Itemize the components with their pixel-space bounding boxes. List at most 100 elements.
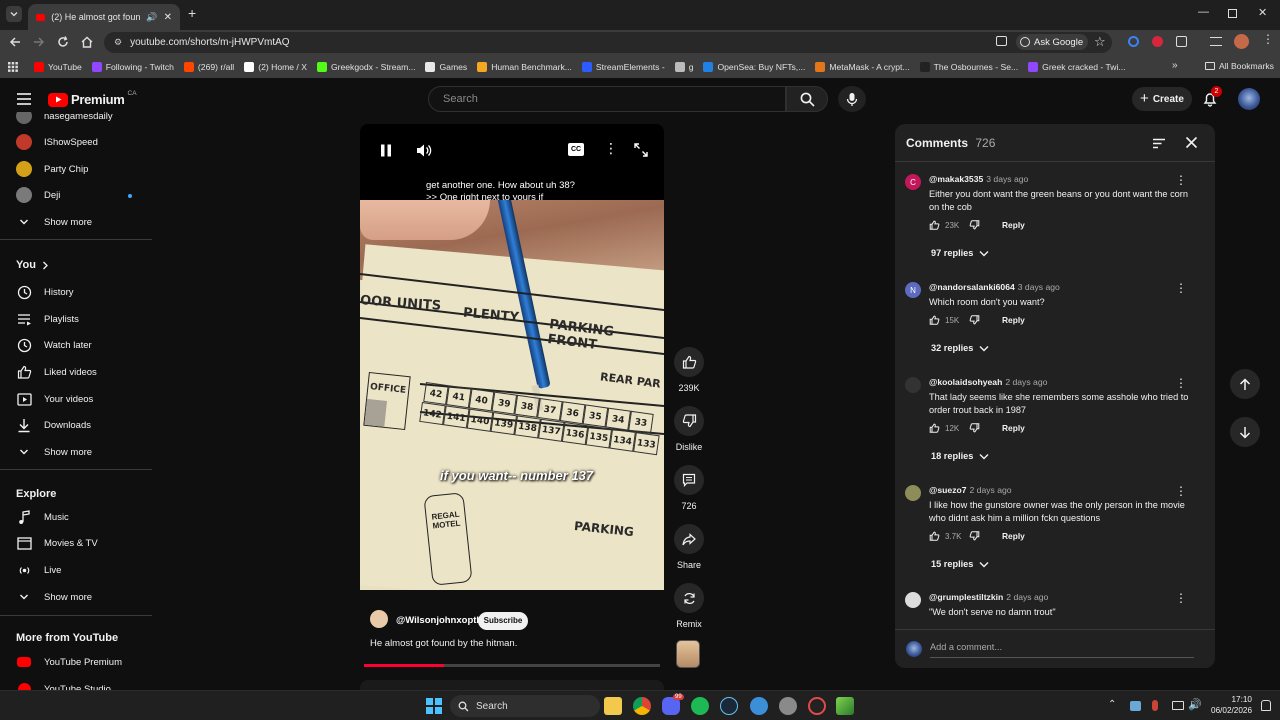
dislike-button[interactable]: Dislike <box>672 406 706 452</box>
sidebar-item-watch-later[interactable]: Watch later <box>16 337 92 353</box>
reload-icon[interactable] <box>56 35 70 49</box>
comment-author[interactable]: @suezo7 <box>929 485 967 495</box>
view-replies-button[interactable]: 15 replies <box>931 559 989 569</box>
extension-icon-1[interactable] <box>1128 36 1139 47</box>
comment-menu-icon[interactable]: ⋮ <box>1175 174 1187 186</box>
bookmark-item[interactable]: (269) r/all <box>183 62 234 72</box>
reply-button[interactable]: Reply <box>1002 315 1025 325</box>
close-window-button[interactable]: ✕ <box>1258 6 1267 19</box>
bookmark-item[interactable]: Games <box>425 62 467 72</box>
captions-button[interactable]: CC <box>568 143 584 156</box>
comment-menu-icon[interactable]: ⋮ <box>1175 592 1187 604</box>
view-replies-button[interactable]: 18 replies <box>931 451 989 461</box>
view-replies-button[interactable]: 32 replies <box>931 343 989 353</box>
site-info-icon[interactable]: ⚙ <box>114 37 122 48</box>
sidebar-subscription-partial[interactable]: nasegamesdaily <box>16 112 113 124</box>
extension-icon-2[interactable] <box>1152 36 1163 47</box>
install-app-icon[interactable] <box>996 36 1007 46</box>
view-replies-button[interactable]: 97 replies <box>931 248 989 258</box>
sidebar-subscription-party-chip[interactable]: Party Chip <box>16 161 88 177</box>
dislike-comment-icon[interactable] <box>969 423 980 433</box>
comment-author[interactable]: @makak3535 <box>929 174 983 184</box>
apps-grid-icon[interactable] <box>8 62 18 72</box>
all-bookmarks-button[interactable]: All Bookmarks <box>1205 61 1274 71</box>
voice-search-button[interactable] <box>838 86 866 112</box>
reply-button[interactable]: Reply <box>1002 220 1025 230</box>
chrome-icon[interactable] <box>633 697 651 715</box>
progress-track[interactable] <box>364 664 660 667</box>
sidebar-subscription-deji[interactable]: Deji <box>16 187 60 203</box>
like-comment-icon[interactable] <box>929 423 940 433</box>
sidebar-subscription-ishowspeed[interactable]: IShowSpeed <box>16 134 98 150</box>
shorts-video-player[interactable]: CC ⋮ get another one. How about uh 38? >… <box>360 124 664 590</box>
sound-thumbnail[interactable] <box>676 640 700 668</box>
tab-search-button[interactable] <box>6 6 22 22</box>
comment-avatar[interactable] <box>905 485 921 501</box>
new-tab-button[interactable]: + <box>188 6 196 20</box>
bookmark-item[interactable]: Following - Twitch <box>91 62 174 72</box>
account-avatar[interactable] <box>1238 88 1260 110</box>
bookmark-item[interactable]: The Osbournes - Se... <box>919 62 1018 72</box>
extensions-puzzle-icon[interactable] <box>1176 36 1187 47</box>
home-icon[interactable] <box>80 35 94 49</box>
youtube-logo[interactable]: Premium CA <box>48 90 137 107</box>
hamburger-menu-icon[interactable] <box>16 92 32 106</box>
tab-close-icon[interactable]: ✕ <box>164 12 172 23</box>
dislike-comment-icon[interactable] <box>969 220 980 230</box>
comment-author[interactable]: @nandorsalanki6064 <box>929 282 1015 292</box>
app-icon-c[interactable] <box>750 697 768 715</box>
dislike-comment-icon[interactable] <box>969 315 980 325</box>
comments-button[interactable]: 726 <box>674 465 704 511</box>
like-button[interactable]: 239K <box>674 347 704 393</box>
bookmark-item[interactable]: StreamElements - <box>581 62 665 72</box>
windows-start-icon[interactable] <box>426 698 442 714</box>
bookmark-item[interactable]: YouTube <box>34 62 82 72</box>
browser-tab[interactable]: (2) He almost got found by 🔊 ✕ <box>28 4 180 30</box>
comment-avatar[interactable]: N <box>905 282 921 298</box>
sidebar-item-live[interactable]: Live <box>16 562 61 578</box>
volume-icon[interactable]: 🔊 <box>1188 698 1202 711</box>
reading-list-icon[interactable] <box>1210 37 1222 46</box>
sidebar-show-more-you[interactable]: Show more <box>16 444 92 460</box>
dislike-comment-icon[interactable] <box>969 531 980 541</box>
close-comments-button[interactable] <box>1185 136 1198 149</box>
bookmark-item[interactable]: (2) Home / X <box>244 62 307 72</box>
bookmark-item[interactable]: Human Benchmark... <box>477 62 572 72</box>
bookmark-item[interactable]: g <box>674 62 693 72</box>
sidebar-item-your-videos[interactable]: Your videos <box>16 391 93 407</box>
settings-gear-icon[interactable] <box>779 697 797 715</box>
sidebar-you-heading[interactable]: You <box>16 259 49 271</box>
bookmark-item[interactable]: OpenSea: Buy NFTs,... <box>703 62 805 72</box>
more-options-icon[interactable]: ⋮ <box>604 141 618 155</box>
notifications-button[interactable]: 2 <box>1202 86 1222 107</box>
restore-button[interactable] <box>1228 9 1237 18</box>
comment-menu-icon[interactable]: ⋮ <box>1175 282 1187 294</box>
sidebar-show-more-subscriptions[interactable]: Show more <box>16 214 92 230</box>
previous-video-button[interactable] <box>1230 369 1260 399</box>
file-explorer-icon[interactable] <box>604 697 622 715</box>
profile-avatar[interactable] <box>1234 34 1249 49</box>
fullscreen-button[interactable] <box>634 143 648 157</box>
sidebar-item-liked-videos[interactable]: Liked videos <box>16 364 97 380</box>
like-comment-icon[interactable] <box>929 220 940 230</box>
comment-menu-icon[interactable]: ⋮ <box>1175 377 1187 389</box>
share-button[interactable]: Share <box>674 524 704 570</box>
browser-menu-icon[interactable]: ⋮ <box>1262 33 1274 45</box>
comment-avatar[interactable] <box>905 377 921 393</box>
network-icon[interactable] <box>1172 701 1184 710</box>
bookmark-star-icon[interactable]: ☆ <box>1094 34 1106 50</box>
comment-avatar[interactable]: C <box>905 174 921 190</box>
clock[interactable]: 17:10 06/02/2026 <box>1210 694 1252 716</box>
sidebar-show-more-explore[interactable]: Show more <box>16 589 92 605</box>
like-comment-icon[interactable] <box>929 531 940 541</box>
bookmark-item[interactable]: MetaMask - A crypt... <box>815 62 910 72</box>
notifications-center-icon[interactable] <box>1261 700 1271 711</box>
comment-avatar[interactable] <box>905 592 921 608</box>
sidebar-item-music[interactable]: Music <box>16 509 69 525</box>
search-input[interactable]: Search <box>428 86 786 112</box>
tray-chevron-icon[interactable]: ⌃ <box>1108 699 1116 710</box>
app-icon-feather[interactable] <box>836 697 854 715</box>
like-comment-icon[interactable] <box>929 315 940 325</box>
bookmark-item[interactable]: Greek cracked - Twi... <box>1028 62 1126 72</box>
reply-button[interactable]: Reply <box>1002 423 1025 433</box>
